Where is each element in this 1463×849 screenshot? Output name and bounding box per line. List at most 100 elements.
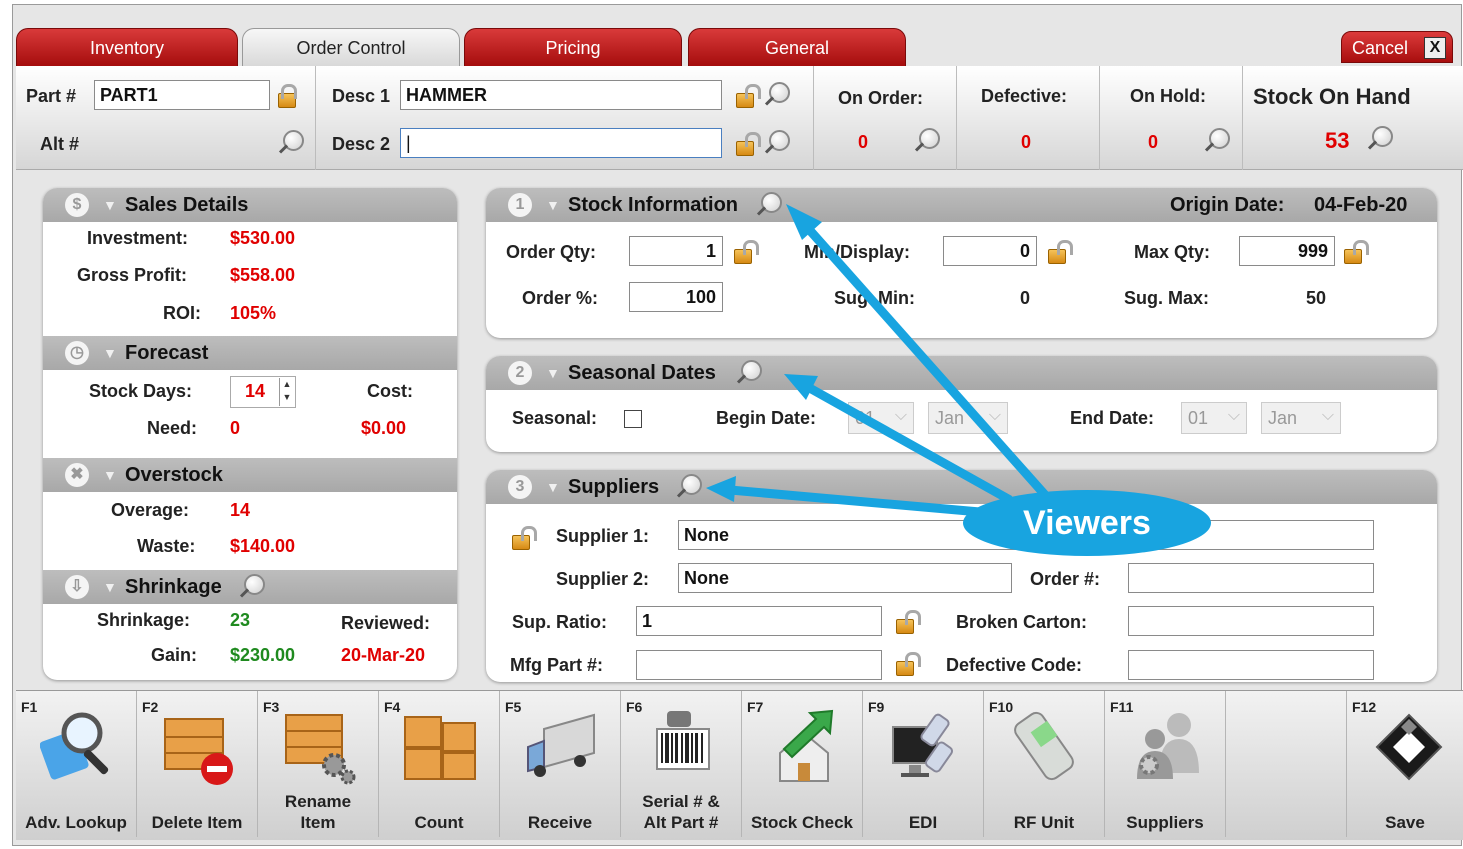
- desc2-lock-icon[interactable]: [736, 132, 761, 156]
- overstock-header[interactable]: ✖ ▼ Overstock: [43, 458, 457, 492]
- seasonal-dates-panel: 2 ▼ Seasonal Dates Seasonal: Begin Date:…: [486, 356, 1437, 452]
- on-hold-cell: On Hold: 0: [1100, 66, 1243, 170]
- stock-on-hand-search-icon[interactable]: [1367, 126, 1393, 152]
- cancel-button[interactable]: Cancel X: [1341, 31, 1453, 63]
- shrinkage-label: Shrinkage:: [97, 610, 191, 630]
- collapse-triangle-icon[interactable]: ▼: [546, 470, 560, 504]
- sup-ratio-field[interactable]: 1: [636, 606, 882, 636]
- supplier1-lock-icon[interactable]: [512, 526, 537, 550]
- save-button[interactable]: F12 Save: [1347, 691, 1463, 837]
- order-qty-field[interactable]: 1: [629, 236, 723, 266]
- stock-check-button[interactable]: F7 Stock Check: [742, 691, 863, 837]
- house-arrow-icon: [779, 709, 834, 782]
- collapse-triangle-icon[interactable]: ▼: [103, 458, 117, 492]
- min-display-label: Min/Display:: [804, 242, 911, 262]
- max-qty-field[interactable]: 999: [1239, 236, 1335, 266]
- reviewed-value: 20-Mar-20: [341, 645, 426, 665]
- seasonal-label: Seasonal:: [512, 408, 598, 428]
- overage-value: 14: [230, 500, 251, 520]
- forecast-header[interactable]: ◷ ▼ Forecast: [43, 336, 457, 370]
- viewers-callout: Viewers: [963, 490, 1211, 556]
- stock-on-hand-value: 53: [1325, 128, 1350, 153]
- order-num-field[interactable]: [1128, 563, 1374, 593]
- desc1-lock-icon[interactable]: [736, 84, 761, 108]
- close-icon[interactable]: X: [1424, 37, 1446, 59]
- suppliers-header[interactable]: 3 ▼ Suppliers: [486, 470, 1437, 504]
- stock-information-header[interactable]: 1 ▼ Stock Information Origin Date: 04-Fe…: [486, 188, 1437, 222]
- tab-pricing[interactable]: Pricing: [464, 28, 682, 66]
- stepper-arrows-icon[interactable]: ▲ ▼: [279, 378, 294, 406]
- overage-label: Overage:: [111, 500, 190, 520]
- sug-min-label: Sug. Min:: [834, 288, 915, 308]
- defective-code-field[interactable]: [1128, 650, 1374, 680]
- mfg-part-lock-icon[interactable]: [896, 652, 921, 676]
- desc1-search-icon[interactable]: [764, 82, 790, 108]
- shrinkage-header[interactable]: ⇩ ▼ Shrinkage: [43, 570, 457, 604]
- collapse-triangle-icon[interactable]: ▼: [103, 570, 117, 604]
- clock-icon: ◷: [65, 341, 89, 365]
- seasonal-dates-title: Seasonal Dates: [568, 362, 716, 384]
- lock-icon[interactable]: [278, 84, 302, 108]
- max-qty-lock-icon[interactable]: [1344, 240, 1369, 264]
- delete-item-button[interactable]: F2 Delete Item: [137, 691, 258, 837]
- broken-carton-field[interactable]: [1128, 606, 1374, 636]
- truck-icon: [527, 713, 595, 777]
- tab-bar: Inventory Order Control Pricing General …: [16, 28, 1463, 66]
- suppliers-viewer-icon[interactable]: [676, 474, 702, 500]
- gain-label: Gain:: [151, 645, 198, 665]
- on-hold-label: On Hold:: [1130, 86, 1206, 106]
- seasonal-checkbox[interactable]: [624, 410, 642, 428]
- end-month-select[interactable]: Jan: [1261, 401, 1341, 434]
- order-pct-field[interactable]: 100: [629, 282, 723, 312]
- begin-month-select[interactable]: Jan: [928, 401, 1008, 434]
- seasonal-dates-header[interactable]: 2 ▼ Seasonal Dates: [486, 356, 1437, 390]
- desc2-field[interactable]: |: [400, 128, 722, 158]
- on-hold-search-icon[interactable]: [1204, 128, 1230, 154]
- part-field[interactable]: PART1: [94, 80, 270, 110]
- part-cell: Part # PART1 Alt #: [16, 66, 316, 170]
- stock-on-hand-label: Stock On Hand: [1253, 84, 1411, 109]
- tab-inventory[interactable]: Inventory: [16, 28, 238, 66]
- serial-alt-part-button[interactable]: F6 Serial # & Alt Part #: [621, 691, 742, 837]
- supplier2-field[interactable]: None: [678, 563, 1012, 593]
- order-pct-label: Order %:: [522, 288, 599, 308]
- stock-on-hand-cell: Stock On Hand 53: [1243, 66, 1463, 170]
- tools-icon: ✖: [65, 463, 89, 487]
- stock-information-viewer-icon[interactable]: [756, 192, 782, 218]
- need-label: Need:: [147, 418, 198, 438]
- begin-day-select[interactable]: 01: [848, 401, 914, 434]
- sales-panel: $ ▼ Sales Details Investment: $530.00 Gr…: [43, 188, 457, 680]
- delete-item-label: Delete Item: [151, 813, 243, 832]
- end-day-select[interactable]: 01: [1181, 401, 1247, 434]
- receive-button[interactable]: F5 Receive: [500, 691, 621, 837]
- rename-item-button[interactable]: F3 Rename Item: [258, 691, 379, 837]
- suppliers-button[interactable]: F11 Suppliers: [1105, 691, 1226, 837]
- people-gears-icon: [1137, 713, 1199, 779]
- count-button[interactable]: F4 Count: [379, 691, 500, 837]
- desc1-field[interactable]: HAMMER: [400, 80, 722, 110]
- min-display-lock-icon[interactable]: [1048, 240, 1073, 264]
- edi-button[interactable]: F9 EDI: [863, 691, 984, 837]
- broken-carton-label: Broken Carton:: [956, 612, 1088, 632]
- defective-code-label: Defective Code:: [946, 655, 1083, 675]
- collapse-triangle-icon[interactable]: ▼: [546, 188, 560, 222]
- tab-order-control[interactable]: Order Control: [242, 28, 460, 66]
- sup-ratio-lock-icon[interactable]: [896, 610, 921, 634]
- alt-search-icon[interactable]: [278, 130, 304, 156]
- adv-lookup-button[interactable]: F1 Adv. Lookup: [16, 691, 137, 837]
- min-display-field[interactable]: 0: [943, 236, 1037, 266]
- sales-details-header[interactable]: $ ▼ Sales Details: [43, 188, 457, 222]
- seasonal-dates-viewer-icon[interactable]: [736, 360, 762, 386]
- on-order-search-icon[interactable]: [914, 128, 940, 154]
- collapse-triangle-icon[interactable]: ▼: [546, 356, 560, 390]
- mfg-part-field[interactable]: [636, 650, 882, 680]
- collapse-triangle-icon[interactable]: ▼: [103, 188, 117, 222]
- save-label: Save: [1385, 813, 1425, 832]
- collapse-triangle-icon[interactable]: ▼: [103, 336, 117, 370]
- rf-unit-button[interactable]: F10 RF Unit: [984, 691, 1105, 837]
- shrinkage-viewer-icon[interactable]: [239, 574, 265, 600]
- order-qty-lock-icon[interactable]: [734, 240, 759, 264]
- alt-label: Alt #: [40, 134, 80, 154]
- desc2-search-icon[interactable]: [764, 130, 790, 156]
- tab-general[interactable]: General: [688, 28, 906, 66]
